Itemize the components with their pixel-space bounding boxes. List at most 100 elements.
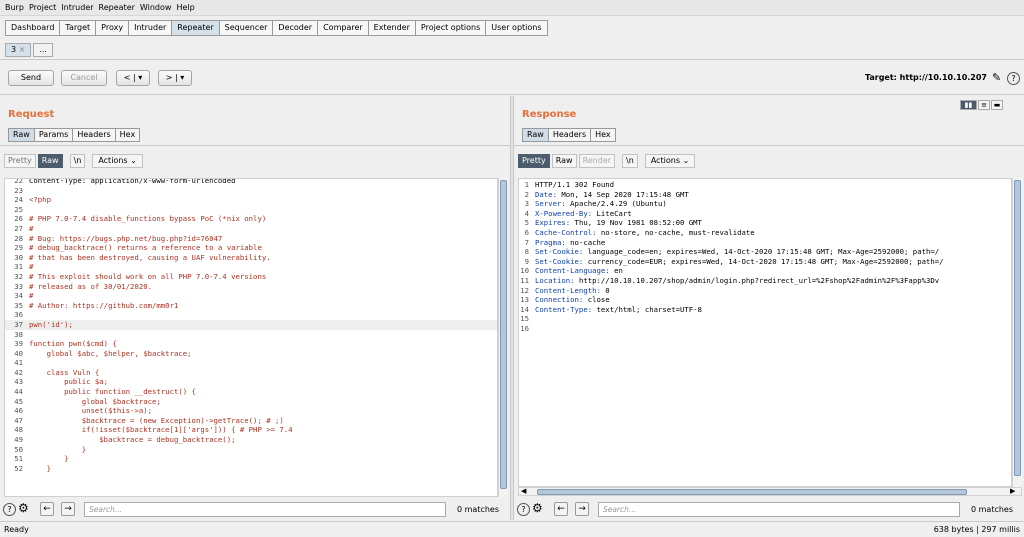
- chevron-down-icon: ⌄: [682, 156, 690, 165]
- repeater-tab-3[interactable]: 3 ×: [5, 43, 32, 57]
- code-line: 30 # that has been destroyed, causing a U…: [5, 253, 497, 263]
- back-button[interactable]: < | ▾: [116, 70, 150, 86]
- request-search-input[interactable]: Search...: [84, 502, 446, 517]
- menu-help[interactable]: Help: [176, 3, 194, 12]
- header-name: Connection:: [535, 295, 584, 305]
- help-icon[interactable]: ?: [517, 503, 530, 516]
- code-line: 22 Content-Type: application/x-www-form-u…: [5, 179, 497, 186]
- code-text: #: [29, 291, 34, 301]
- header-name: Set-Cookie:: [535, 247, 584, 257]
- new-tab-button[interactable]: ...: [33, 43, 53, 57]
- code-line: 46 unset($this->a);: [5, 406, 497, 416]
- tab-comparer[interactable]: Comparer: [317, 20, 369, 36]
- line-number: 12: [520, 285, 529, 295]
- request-tab-headers[interactable]: Headers: [72, 128, 116, 142]
- gear-icon[interactable]: ⚙: [18, 501, 29, 515]
- tab-repeater[interactable]: Repeater: [171, 20, 220, 36]
- request-tab-hex[interactable]: Hex: [114, 128, 141, 142]
- close-icon[interactable]: ×: [19, 45, 26, 54]
- cancel-button[interactable]: Cancel: [61, 70, 107, 86]
- line-number: 15: [520, 314, 529, 324]
- request-editor[interactable]: 22 Content-Type: application/x-www-form-u…: [4, 178, 498, 497]
- tab-target[interactable]: Target: [59, 20, 97, 36]
- line-number: 25: [14, 204, 23, 214]
- newline-toggle[interactable]: \n: [69, 154, 86, 168]
- left-arrow-icon[interactable]: ◀: [521, 488, 526, 495]
- request-tab-params[interactable]: Params: [33, 128, 74, 142]
- menu-project[interactable]: Project: [29, 3, 56, 12]
- response-editor[interactable]: 1 HTTP/1.1 302 Found 2 Date: Mon, 14 Sep 20…: [518, 178, 1012, 487]
- response-vertical-scrollbar[interactable]: [1012, 178, 1022, 487]
- gear-icon[interactable]: ⚙: [532, 501, 543, 515]
- send-button[interactable]: Send: [8, 70, 54, 86]
- help-icon[interactable]: ?: [1007, 72, 1020, 85]
- line-number: 9: [524, 256, 529, 266]
- header-name: Content-Language:: [535, 266, 610, 276]
- next-match-button[interactable]: →: [575, 502, 589, 516]
- response-tab-headers[interactable]: Headers: [547, 128, 592, 142]
- forward-button[interactable]: > | ▾: [158, 70, 192, 86]
- tab-intruder[interactable]: Intruder: [128, 20, 173, 36]
- code-text: global $backtrace;: [29, 396, 161, 406]
- menu-window[interactable]: Window: [140, 3, 172, 12]
- back-arrow-icon: <: [123, 73, 131, 82]
- tab-user-options[interactable]: User options: [485, 20, 548, 36]
- scrollbar-thumb[interactable]: [537, 489, 967, 495]
- side-by-side-icon[interactable]: ▮▮: [960, 100, 977, 110]
- raw-toggle[interactable]: Raw: [551, 154, 577, 168]
- response-line: 10 Content-Language: en: [519, 266, 1011, 276]
- pretty-toggle[interactable]: Pretty: [4, 154, 36, 168]
- code-text: # PHP 7.0-7.4 disable_functions bypass P…: [29, 214, 267, 224]
- scrollbar-thumb[interactable]: [500, 180, 507, 489]
- tab-project-options[interactable]: Project options: [414, 20, 487, 36]
- request-tab-raw[interactable]: Raw: [8, 128, 35, 142]
- tab-sequencer[interactable]: Sequencer: [218, 20, 274, 36]
- response-tab-hex[interactable]: Hex: [590, 128, 616, 142]
- tab-extender[interactable]: Extender: [367, 20, 416, 36]
- edit-target-icon[interactable]: ✎: [992, 71, 1001, 84]
- line-number: 51: [14, 454, 23, 464]
- actions-menu[interactable]: Actions ⌄: [644, 154, 696, 168]
- scrollbar-thumb[interactable]: [1014, 180, 1021, 476]
- layout-switcher: ▮▮ ≡ ▬: [960, 100, 1003, 110]
- tab-proxy[interactable]: Proxy: [95, 20, 130, 36]
- response-line: 13 Connection: close: [519, 295, 1011, 305]
- panel-splitter[interactable]: [510, 96, 514, 520]
- tab-dashboard[interactable]: Dashboard: [5, 20, 61, 36]
- line-number: 10: [520, 266, 529, 276]
- next-match-button[interactable]: →: [61, 502, 75, 516]
- response-tab-raw[interactable]: Raw: [522, 128, 549, 142]
- tabbed-icon[interactable]: ▬: [991, 100, 1003, 110]
- previous-match-button[interactable]: ←: [40, 502, 54, 516]
- line-number: 5: [524, 218, 529, 228]
- right-arrow-icon[interactable]: ▶: [1010, 488, 1015, 495]
- stacked-icon[interactable]: ≡: [978, 100, 990, 110]
- menu-burp[interactable]: Burp: [5, 3, 24, 12]
- help-icon[interactable]: ?: [3, 503, 16, 516]
- header-value: language_code=en; expires=Wed, 14-Oct-20…: [583, 247, 940, 257]
- code-line: 40 global $abc, $helper, $backtrace;: [5, 349, 497, 359]
- divider: [0, 59, 1024, 60]
- request-scrollbar[interactable]: [498, 178, 508, 497]
- newline-toggle[interactable]: \n: [622, 154, 638, 168]
- tab-decoder[interactable]: Decoder: [272, 20, 319, 36]
- line-number: 46: [14, 406, 23, 416]
- line-number: 30: [14, 252, 23, 262]
- previous-match-button[interactable]: ←: [554, 502, 568, 516]
- header-name: Date:: [535, 189, 557, 199]
- response-tabs: Raw Headers Hex: [522, 128, 616, 142]
- response-horizontal-scrollbar[interactable]: ◀ ▶: [518, 487, 1022, 496]
- render-toggle[interactable]: Render: [578, 154, 616, 168]
- response-title: Response: [522, 109, 577, 120]
- raw-toggle[interactable]: Raw: [37, 154, 63, 168]
- line-number: 1: [524, 180, 529, 189]
- menu-repeater[interactable]: Repeater: [99, 3, 135, 12]
- actions-menu[interactable]: Actions ⌄: [92, 154, 143, 168]
- header-value: no-cache: [565, 237, 606, 247]
- line-number: 7: [524, 237, 529, 247]
- pretty-toggle[interactable]: Pretty: [518, 154, 550, 168]
- line-number: 2: [524, 189, 529, 199]
- menu-intruder[interactable]: Intruder: [61, 3, 93, 12]
- code-text: # debug_backtrace() returns a reference …: [29, 243, 262, 253]
- response-search-input[interactable]: Search...: [598, 502, 960, 517]
